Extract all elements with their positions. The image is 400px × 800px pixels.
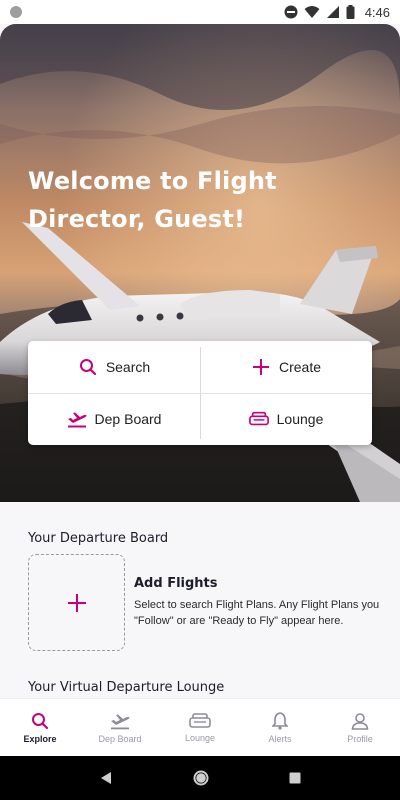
- dep-board-action-button[interactable]: Dep Board: [28, 393, 200, 445]
- status-bar: 4:46: [0, 0, 400, 24]
- nav-profile[interactable]: Profile: [320, 699, 400, 756]
- plus-icon: [251, 357, 271, 377]
- bottom-navigation: Explore Dep Board Lounge Alerts Profile: [0, 698, 400, 756]
- sofa-icon: [248, 409, 269, 429]
- welcome-title: Welcome to Flight Director, Guest!: [28, 167, 277, 233]
- system-navigation-bar: [0, 756, 400, 800]
- search-icon: [32, 712, 49, 729]
- plus-icon: [67, 593, 86, 612]
- nav-lounge-label: Lounge: [184, 732, 216, 743]
- nav-explore-label: Explore: [23, 733, 57, 744]
- lounge-action-button[interactable]: Lounge: [200, 393, 372, 445]
- add-flights-title: Add Flights: [134, 576, 218, 591]
- search-action-label: Search: [105, 359, 151, 375]
- create-action-label: Create: [278, 359, 322, 375]
- status-time: 4:46: [364, 4, 390, 20]
- nav-dep-board-label: Dep Board: [98, 733, 142, 744]
- departure-icon: [111, 714, 130, 729]
- search-icon: [78, 357, 98, 377]
- recents-icon[interactable]: [289, 772, 301, 784]
- nav-lounge[interactable]: Lounge: [160, 699, 240, 756]
- notification-dot-icon: [10, 6, 22, 18]
- add-flights-button[interactable]: [28, 554, 125, 651]
- bell-icon: [272, 711, 288, 730]
- add-flights-description: Select to search Flight Plans. Any Fligh…: [134, 599, 380, 627]
- create-action-button[interactable]: Create: [200, 341, 372, 393]
- nav-profile-label: Profile: [347, 733, 373, 744]
- lounge-section-title: Your Virtual Departure Lounge: [28, 680, 225, 695]
- battery-icon: [346, 5, 355, 19]
- explore-screen: Welcome to Flight Director, Guest! Searc…: [0, 24, 400, 756]
- signal-icon: [326, 6, 339, 18]
- quick-actions-card: Search Create Dep Board Lounge: [28, 341, 372, 445]
- do-not-disturb-icon: [284, 5, 298, 19]
- nav-dep-board[interactable]: Dep Board: [80, 699, 160, 756]
- lounge-action-label: Lounge: [276, 411, 324, 427]
- nav-alerts[interactable]: Alerts: [240, 699, 320, 756]
- departure-icon: [67, 409, 87, 429]
- user-icon: [351, 712, 369, 730]
- sofa-icon: [189, 712, 211, 728]
- back-icon[interactable]: [99, 771, 113, 785]
- search-action-button[interactable]: Search: [28, 341, 200, 393]
- departure-board-title: Your Departure Board: [28, 531, 169, 546]
- status-icons: 4:46: [284, 5, 390, 20]
- dep-board-action-label: Dep Board: [94, 411, 162, 427]
- nav-alerts-label: Alerts: [268, 733, 292, 744]
- home-icon[interactable]: [192, 769, 210, 787]
- nav-explore[interactable]: Explore: [0, 699, 80, 756]
- card-divider-horizontal: [28, 393, 372, 394]
- wifi-icon: [304, 6, 320, 18]
